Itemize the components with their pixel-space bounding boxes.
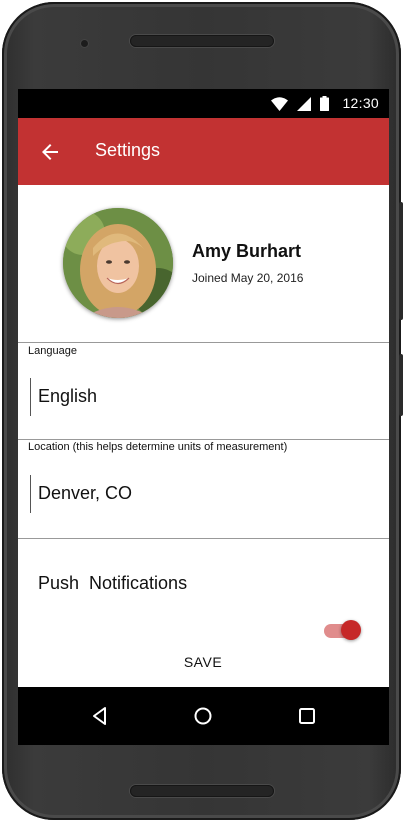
status-bar: 12:30 — [18, 89, 389, 118]
push-notifications-label: Push Notifications — [38, 573, 188, 593]
push-notifications-toggle[interactable] — [324, 620, 362, 642]
divider — [18, 538, 389, 539]
volume-button — [399, 202, 403, 320]
location-field[interactable]: Denver, CO — [30, 475, 375, 513]
save-button[interactable]: SAVE — [158, 647, 248, 677]
nav-home-button[interactable] — [191, 704, 215, 728]
location-label: Location (this helps determine units of … — [28, 441, 288, 453]
power-button — [399, 354, 403, 416]
status-time: 12:30 — [342, 95, 379, 111]
divider — [18, 342, 389, 343]
text-cursor-bar — [30, 475, 31, 513]
arrow-left-icon — [42, 144, 58, 160]
location-value: Denver, CO — [38, 483, 133, 503]
phone-frame: 12:30 Settings Amy Burhart Joined May 20… — [2, 2, 403, 820]
divider — [18, 439, 389, 440]
profile-joined-date: Joined May 20, 2016 — [192, 271, 304, 285]
battery-icon — [320, 96, 329, 111]
back-triangle-icon — [93, 707, 106, 725]
app-bar: Settings — [18, 118, 389, 185]
navigation-bar — [18, 687, 389, 745]
profile-header: Amy Burhart Joined May 20, 2016 — [18, 185, 389, 342]
back-button[interactable] — [38, 140, 62, 164]
profile-name: Amy Burhart — [192, 241, 302, 261]
language-value: English — [38, 386, 98, 406]
cellular-signal-icon — [297, 96, 311, 111]
bottom-speaker — [130, 785, 274, 797]
front-camera — [81, 40, 88, 47]
recents-square-icon — [299, 708, 315, 724]
top-speaker — [130, 35, 274, 47]
status-icons — [271, 96, 329, 111]
text-cursor-bar — [30, 378, 31, 416]
toggle-thumb — [341, 620, 361, 640]
screen: 12:30 Settings Amy Burhart Joined May 20… — [18, 89, 389, 745]
nav-recents-button[interactable] — [295, 704, 319, 728]
language-label: Language — [28, 345, 77, 357]
nav-back-button[interactable] — [88, 704, 112, 728]
wifi-icon — [271, 96, 288, 111]
language-field[interactable]: English — [30, 378, 375, 416]
avatar — [63, 208, 173, 318]
home-circle-icon — [194, 707, 212, 725]
page-title: Settings — [95, 140, 161, 160]
